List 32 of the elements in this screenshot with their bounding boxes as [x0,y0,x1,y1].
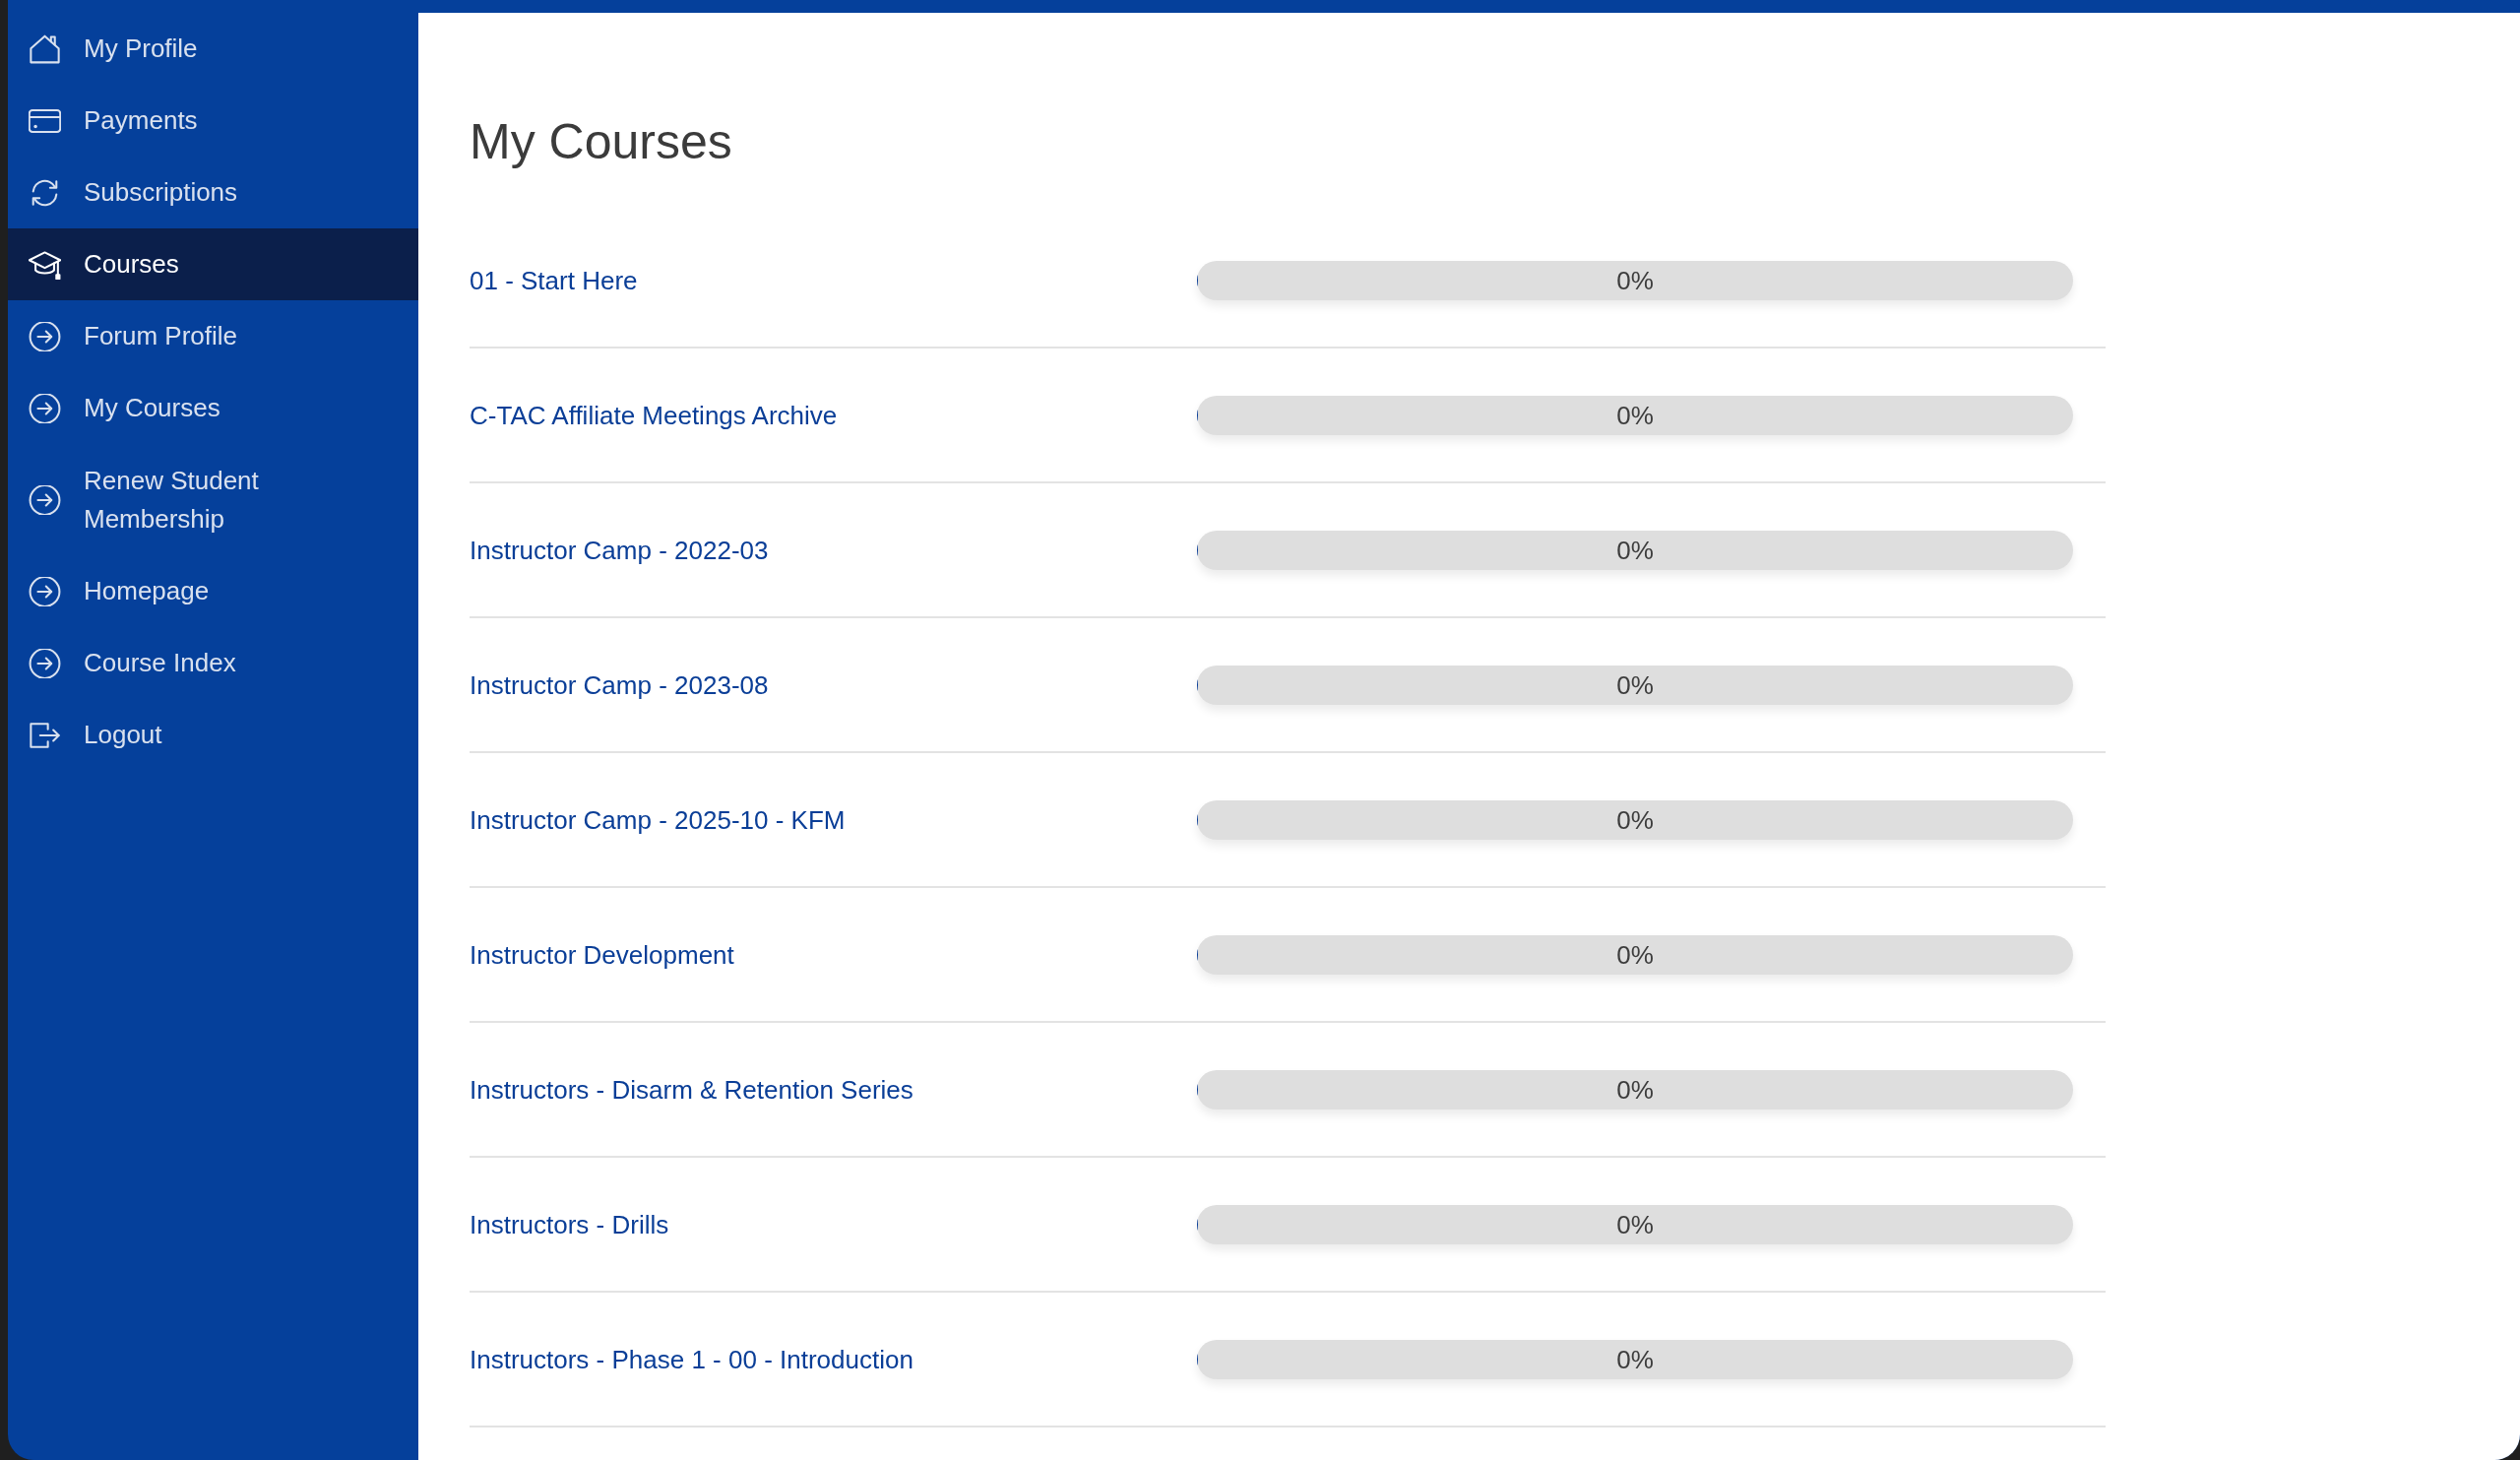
course-link[interactable]: Instructor Development [470,937,734,972]
sidebar-item[interactable]: Logout [8,699,418,771]
progress-percentage: 0% [1616,1073,1654,1106]
progress-percentage: 0% [1616,938,1654,971]
sidebar-item[interactable]: Courses [8,228,418,300]
course-link[interactable]: Instructor Camp - 2023-08 [470,667,769,702]
sidebar-item[interactable]: Homepage [8,555,418,627]
course-link[interactable]: 01 - Start Here [470,263,638,297]
course-link[interactable]: Instructor Camp - 2022-03 [470,533,769,567]
sidebar-item[interactable]: Course Index [8,627,418,699]
course-link[interactable]: C-TAC Affiliate Meetings Archive [470,398,838,432]
sidebar-item[interactable]: Renew Student Membership [8,444,418,555]
progress-percentage: 0% [1616,1208,1654,1240]
progress-percentage: 0% [1616,1343,1654,1375]
progress-percentage: 0% [1616,668,1654,701]
progress-percentage: 0% [1616,264,1654,296]
progress-percentage: 0% [1616,534,1654,566]
logout-icon [29,720,61,750]
sidebar-item[interactable]: Payments [8,85,418,157]
sidebar-item[interactable]: Forum Profile [8,300,418,372]
progress-percentage: 0% [1616,803,1654,836]
course-link[interactable]: Instructor Camp - 2025-10 - KFM [470,802,846,837]
sidebar-item[interactable]: My Profile [8,13,418,85]
page-title: My Courses [470,113,732,171]
house-icon [29,33,61,64]
graduation-cap-icon [29,249,61,280]
sidebar-item[interactable]: My Courses [8,372,418,444]
progress-percentage: 0% [1616,399,1654,431]
course-link[interactable]: Instructors - Drills [470,1207,669,1241]
sidebar-item[interactable]: Subscriptions [8,157,418,228]
course-link[interactable]: Instructors - Phase 1 - 00 - Introduction [470,1342,914,1376]
course-link[interactable]: Instructors - Disarm & Retention Series [470,1072,914,1107]
